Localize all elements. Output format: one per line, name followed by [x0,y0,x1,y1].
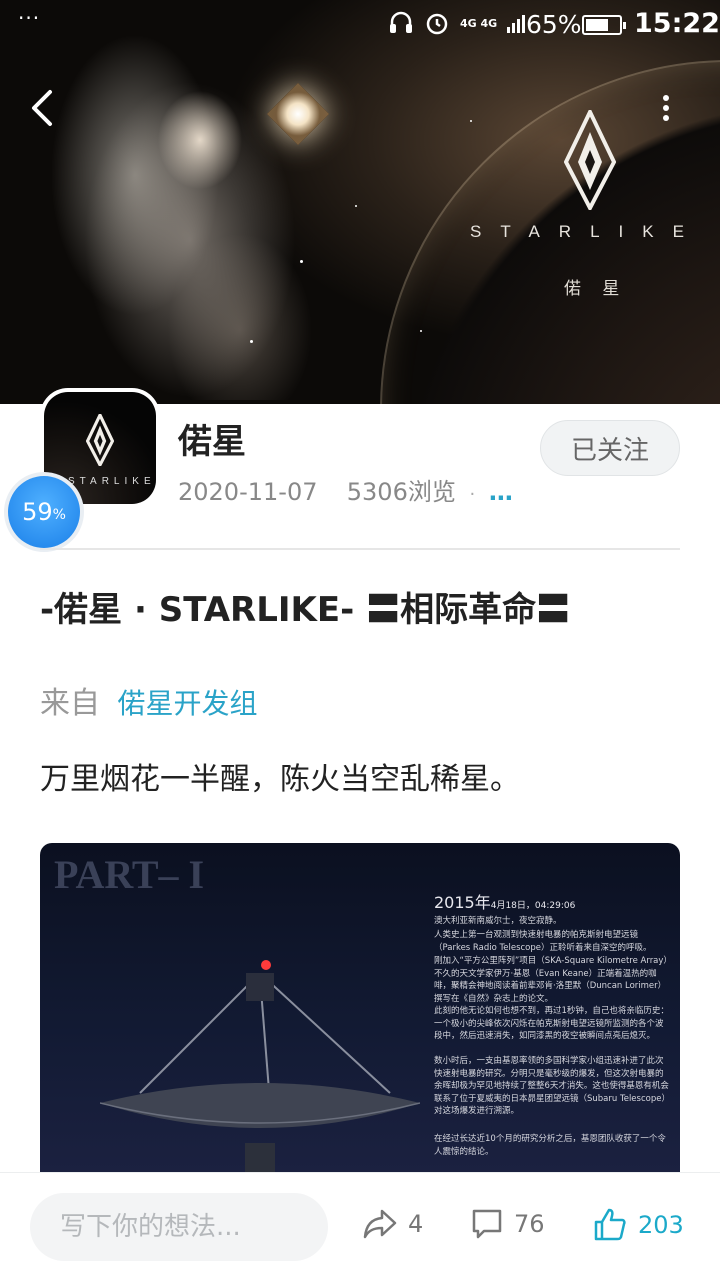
post-image[interactable]: PART– I 2015年4月18日，04:29:06 澳大利亚新南威尔士，夜空… [40,843,680,1173]
divider [40,548,680,550]
comment-button[interactable]: 76 [470,1207,545,1241]
post-body: 万里烟花一半醒，陈火当空乱稀星。 [40,762,520,797]
starlike-logo-icon [86,414,114,466]
star-sparkle [355,205,357,207]
image-time: 4月18日，04:29:06 [490,901,576,911]
notification-dots: ··· [18,6,41,30]
bottom-action-bar: 4 76 203 [0,1172,720,1280]
progress-value: 59 [22,498,53,526]
image-paragraph: 此刻的他无论如何也想不到，再过1秒钟，自己也将亲临历史：一个极小的尖峰依次闪烁在… [434,1006,669,1041]
status-icons: 4G 4G [388,10,526,36]
image-part-label: PART– I [54,852,205,897]
network-type: 4G 4G [460,16,498,30]
like-button[interactable]: 203 [592,1207,684,1243]
source-group-link[interactable]: 偌星开发组 [118,687,258,720]
image-paragraph: 人类史上第一台观测到快速射电暴的帕克斯射电望远镜（Parkes Radio Te… [434,930,652,953]
status-bar: ··· 4G 4G 65% 15:22 [0,0,720,52]
image-paragraph: 澳大利亚新南威尔士，夜空寂静。 [434,916,562,926]
headphones-icon [390,11,412,33]
meta-separator: · [469,484,476,505]
meta-more[interactable]: … [489,478,513,506]
header-banner: STARLIKE 偌 星 ··· 4G 4G 65% 15:22 [0,0,720,404]
radio-telescope-image [100,960,420,1173]
star-sparkle [250,340,253,343]
like-count: 203 [638,1211,684,1239]
comment-count: 76 [514,1210,545,1238]
progress-unit: % [52,507,66,523]
image-year: 2015年 [434,893,491,912]
image-date: 2015年4月18日，04:29:06 [434,889,575,913]
share-icon [363,1209,397,1239]
thumbs-up-icon [594,1208,626,1241]
banner-brand-text: STARLIKE [470,222,703,241]
post-source: 来自 偌星开发组 [40,678,258,722]
battery-percent: 65% [526,10,582,39]
star-sparkle [300,260,303,263]
author-name[interactable]: 偌星 [178,414,246,463]
starlike-logo-icon [564,110,616,210]
comment-input[interactable] [30,1193,328,1261]
banner-brand-cn: 偌 星 [564,279,628,299]
star-sparkle [420,330,422,332]
avatar-brand-text: STARLIKE [68,476,156,487]
share-count: 4 [408,1210,424,1238]
back-button[interactable] [24,84,64,132]
image-paragraph: 数小时后，一支由基恩率领的多国科学家小组迅速补进了此次快速射电暴的研究。分明只是… [434,1056,670,1116]
more-button[interactable] [650,88,682,128]
clock: 15:22 [634,8,720,39]
comment-icon [472,1209,502,1239]
post-title: -偌星 · STARLIKE- 〓相际革命〓 [40,590,571,630]
follow-button[interactable]: 已关注 [540,420,680,476]
star-sparkle [470,120,472,122]
signal-icon [507,13,526,33]
image-paragraph: 在经过长达近10个月的研究分析之后，基恩团队收获了一个令人震惊的结论。 [434,1134,666,1157]
battery-icon [582,15,626,35]
image-paragraph: 刚加入“平方公里阵列”项目（SKA-Square Kilometre Array… [434,956,668,1004]
chevron-left-icon [32,90,52,126]
alarm-icon [426,13,448,35]
post-date: 2020-11-07 [178,478,318,506]
level-progress-badge[interactable]: 59% [4,472,84,552]
share-button[interactable]: 4 [362,1207,423,1241]
post-meta: 2020-11-07 5306浏览 · … [178,472,513,507]
source-label: 来自 [40,686,100,721]
view-count: 5306浏览 [346,478,456,506]
